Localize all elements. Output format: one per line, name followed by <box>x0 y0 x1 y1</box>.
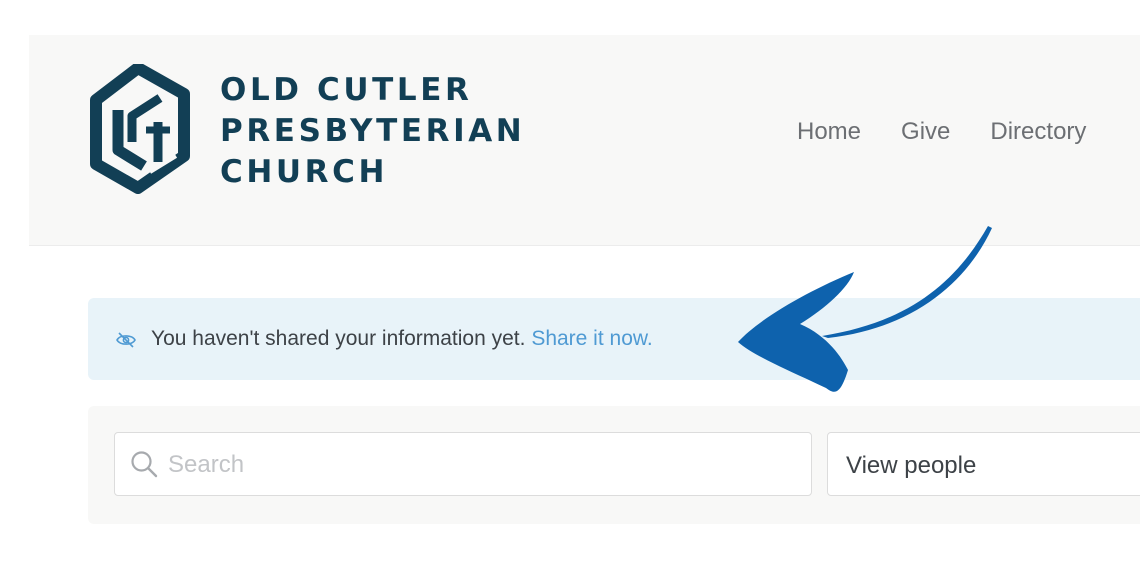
eye-slash-icon <box>116 332 136 348</box>
church-name-line-2: PRESBYTERIAN <box>220 113 526 149</box>
arrow-pointer-icon <box>738 226 992 392</box>
page: OLD CUTLER PRESBYTERIAN CHURCH Home Give… <box>0 0 1140 584</box>
share-now-link[interactable]: Share it now. <box>531 327 652 350</box>
church-name-line-1: OLD CUTLER <box>220 72 473 108</box>
search-input[interactable] <box>168 440 788 490</box>
nav-give[interactable]: Give <box>901 118 950 146</box>
church-name-line-3: CHURCH <box>220 154 389 190</box>
banner-message-line: You haven't shared your information yet.… <box>151 327 653 351</box>
search-icon <box>131 451 158 478</box>
nav-directory[interactable]: Directory <box>990 118 1086 146</box>
main-nav: Home Give Directory <box>797 118 1086 146</box>
banner-message: You haven't shared your information yet. <box>151 327 526 350</box>
church-name[interactable]: OLD CUTLER PRESBYTERIAN CHURCH <box>220 70 525 193</box>
view-select-value: View people <box>846 452 977 479</box>
church-logo-icon[interactable] <box>88 64 198 194</box>
nav-home[interactable]: Home <box>797 118 861 146</box>
